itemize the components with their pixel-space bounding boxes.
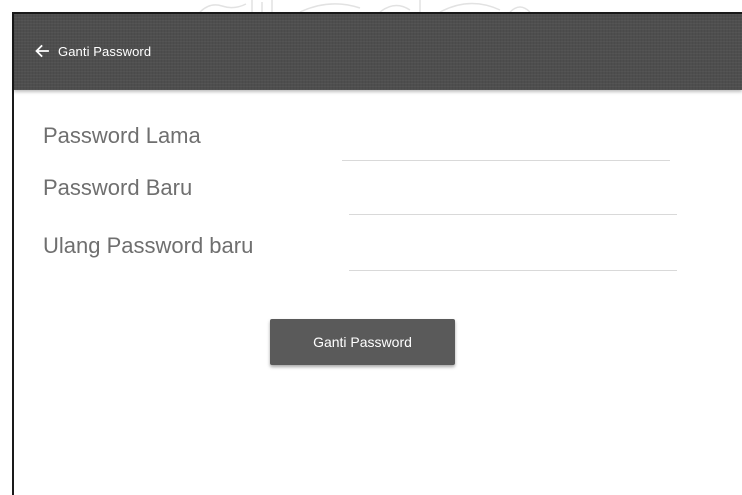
confirm-password-field[interactable] xyxy=(349,245,677,271)
new-password-label: Password Baru xyxy=(43,175,193,200)
old-password-field[interactable] xyxy=(342,135,670,161)
watermark-logo xyxy=(0,0,742,12)
change-password-button[interactable]: Ganti Password xyxy=(270,319,455,365)
arrow-left-icon xyxy=(35,44,49,58)
app-window: Ganti Password Password Lama Password Ba… xyxy=(12,12,742,495)
old-password-label: Password Lama xyxy=(43,123,201,148)
app-bar: Ganti Password xyxy=(14,14,742,90)
page-title: Ganti Password xyxy=(58,44,152,59)
new-password-field[interactable] xyxy=(349,189,677,215)
back-button[interactable] xyxy=(34,43,50,59)
screen: Ganti Password Password Lama Password Ba… xyxy=(0,0,742,495)
confirm-password-label: Ulang Password baru xyxy=(43,233,254,258)
